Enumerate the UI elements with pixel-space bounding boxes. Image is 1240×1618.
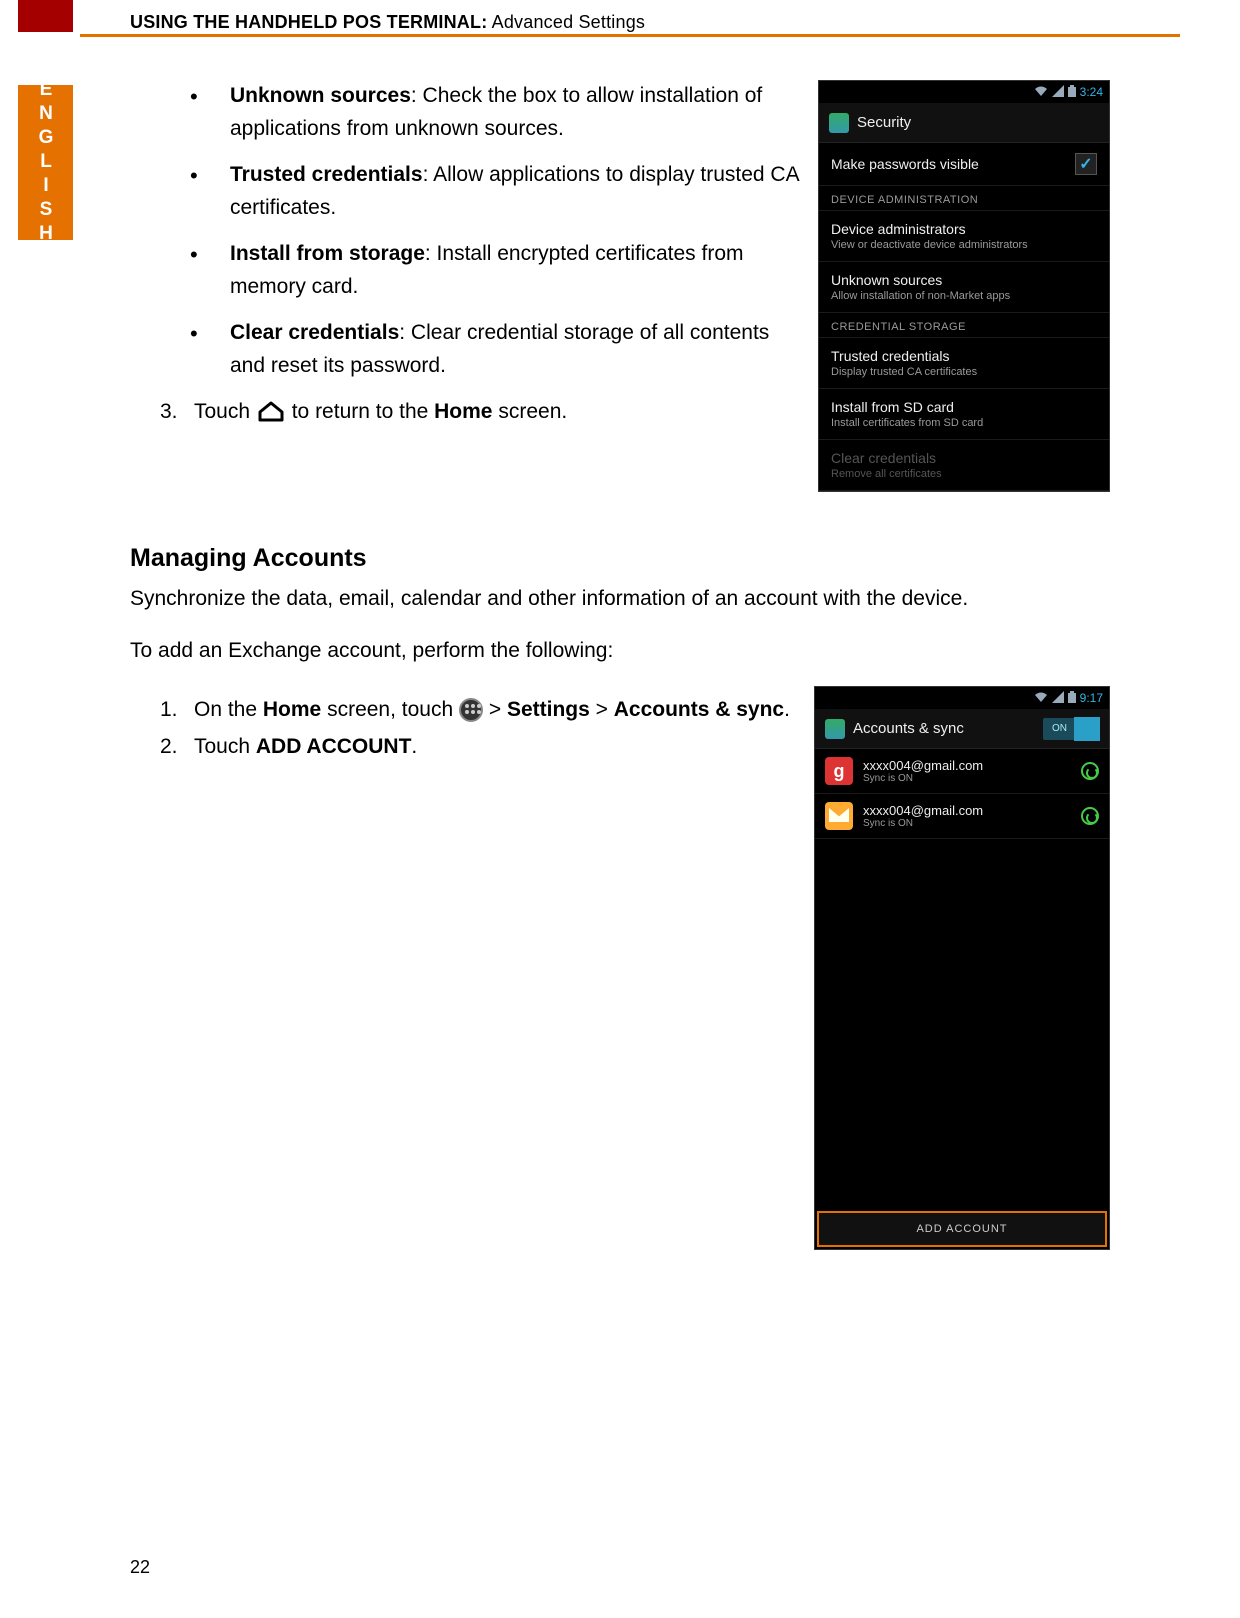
bullet-term: Install from storage: [230, 242, 425, 265]
sync-status-icon: [1081, 807, 1099, 825]
screenshot-accounts-sync: 9:17 Accounts & sync ON g xxxx004@gmail.…: [814, 686, 1110, 1250]
step-text: >: [590, 698, 614, 721]
account-text: xxxx004@gmail.com Sync is ON: [863, 758, 983, 784]
step-bold: ADD ACCOUNT: [256, 735, 412, 758]
step-item: 3. Touch to return to the Home screen.: [160, 396, 800, 433]
bullet-item: Trusted credentials: Allow applications …: [190, 159, 800, 224]
account-status: Sync is ON: [863, 773, 983, 784]
status-bar: 9:17: [815, 687, 1109, 709]
step-text: >: [489, 698, 507, 721]
row-title: Make passwords visible: [831, 156, 979, 172]
bullet-term: Clear credentials: [230, 321, 399, 344]
account-row[interactable]: xxxx004@gmail.com Sync is ON: [815, 794, 1109, 839]
battery-icon: [1068, 85, 1076, 100]
row-title: Device administrators: [831, 221, 1097, 237]
step-text: .: [411, 735, 417, 758]
step-text: screen.: [498, 400, 567, 423]
account-status: Sync is ON: [863, 818, 983, 829]
step-bold: Accounts & sync: [614, 698, 784, 721]
bullet-item: Unknown sources: Check the box to allow …: [190, 80, 800, 145]
step-bold: Home: [434, 400, 492, 423]
step-bold: Home: [263, 698, 321, 721]
row-title: Clear credentials: [831, 450, 1097, 466]
empty-area: [815, 839, 1109, 1209]
screen-title-bar: Accounts & sync ON: [815, 709, 1109, 749]
step-text: Touch: [194, 400, 256, 423]
account-email: xxxx004@gmail.com: [863, 758, 983, 773]
battery-icon: [1068, 691, 1076, 706]
bullet-term: Trusted credentials: [230, 163, 423, 186]
setting-row-passwords-visible[interactable]: Make passwords visible ✓: [819, 143, 1109, 186]
wifi-icon: [1034, 85, 1048, 100]
sync-toggle[interactable]: ON: [1043, 718, 1099, 740]
screen-title: Accounts & sync: [853, 720, 964, 737]
account-text: xxxx004@gmail.com Sync is ON: [863, 803, 983, 829]
wifi-icon: [1034, 691, 1048, 706]
step-list-2: 1. On the Home screen, touch > Settings …: [130, 694, 810, 763]
step-item: 2. Touch ADD ACCOUNT.: [160, 731, 810, 764]
setting-row-install-sd[interactable]: Install from SD card Install certificate…: [819, 389, 1109, 440]
row-title: Trusted credentials: [831, 348, 1097, 364]
step-number: 1.: [160, 694, 178, 727]
status-time: 3:24: [1080, 85, 1103, 99]
setting-row-trusted-credentials[interactable]: Trusted credentials Display trusted CA c…: [819, 338, 1109, 389]
step-text: .: [784, 698, 790, 721]
step-text: screen, touch: [321, 698, 459, 721]
page-header: USING THE HANDHELD POS TERMINAL: Advance…: [130, 12, 645, 33]
step-number: 3.: [160, 396, 178, 429]
google-account-icon: g: [825, 757, 853, 785]
settings-icon: [825, 719, 845, 739]
add-account-button[interactable]: ADD ACCOUNT: [817, 1211, 1107, 1247]
page-content: Unknown sources: Check the box to allow …: [130, 80, 1110, 1250]
step-text: On the: [194, 698, 263, 721]
section-intro: Synchronize the data, email, calendar an…: [130, 583, 1110, 615]
row-subtitle: Display trusted CA certificates: [831, 366, 1097, 378]
step-item: 1. On the Home screen, touch > Settings …: [160, 694, 810, 727]
row-subtitle: Install certificates from SD card: [831, 417, 1097, 429]
signal-icon: [1052, 691, 1064, 706]
step-list: 3. Touch to return to the Home screen.: [130, 396, 800, 433]
step-text: Touch: [194, 735, 256, 758]
row-subtitle: Remove all certificates: [831, 468, 1097, 480]
bullet-term: Unknown sources: [230, 84, 411, 107]
screenshot-security: 3:24 Security Make passwords visible ✓ D…: [818, 80, 1110, 492]
header-rule: [80, 34, 1180, 37]
step-bold: Settings: [507, 698, 590, 721]
apps-grid-icon: [459, 698, 483, 722]
corner-red-block: [18, 0, 73, 32]
row-title: Install from SD card: [831, 399, 1097, 415]
section-lead: To add an Exchange account, perform the …: [130, 635, 1110, 667]
bullet-item: Install from storage: Install encrypted …: [190, 238, 800, 303]
row-title: Unknown sources: [831, 272, 1097, 288]
status-time: 9:17: [1080, 691, 1103, 705]
toggle-label: ON: [1052, 723, 1067, 734]
row-subtitle: Allow installation of non-Market apps: [831, 290, 1097, 302]
checkbox-checked-icon: ✓: [1075, 153, 1097, 175]
bullet-list: Unknown sources: Check the box to allow …: [130, 80, 800, 382]
settings-icon: [829, 113, 849, 133]
category-header: DEVICE ADMINISTRATION: [819, 186, 1109, 211]
category-header: CREDENTIAL STORAGE: [819, 313, 1109, 338]
header-caps: USING THE HANDHELD POS TERMINAL:: [130, 12, 487, 32]
language-tab: ENGLISH: [18, 85, 73, 240]
screen-title: Security: [857, 114, 911, 131]
mail-account-icon: [825, 802, 853, 830]
account-email: xxxx004@gmail.com: [863, 803, 983, 818]
step-text: to return to the: [292, 400, 434, 423]
home-icon: [256, 400, 286, 433]
status-bar: 3:24: [819, 81, 1109, 103]
step-number: 2.: [160, 731, 178, 764]
screen-title-bar: Security: [819, 103, 1109, 143]
header-sub: Advanced Settings: [487, 12, 645, 32]
section-heading: Managing Accounts: [130, 544, 1110, 573]
sync-status-icon: [1081, 762, 1099, 780]
account-row[interactable]: g xxxx004@gmail.com Sync is ON: [815, 749, 1109, 794]
setting-row-clear-credentials: Clear credentials Remove all certificate…: [819, 440, 1109, 491]
setting-row-unknown-sources[interactable]: Unknown sources Allow installation of no…: [819, 262, 1109, 313]
page-number: 22: [130, 1557, 150, 1578]
row-subtitle: View or deactivate device administrators: [831, 239, 1097, 251]
bullet-item: Clear credentials: Clear credential stor…: [190, 317, 800, 382]
signal-icon: [1052, 85, 1064, 100]
setting-row-device-admins[interactable]: Device administrators View or deactivate…: [819, 211, 1109, 262]
